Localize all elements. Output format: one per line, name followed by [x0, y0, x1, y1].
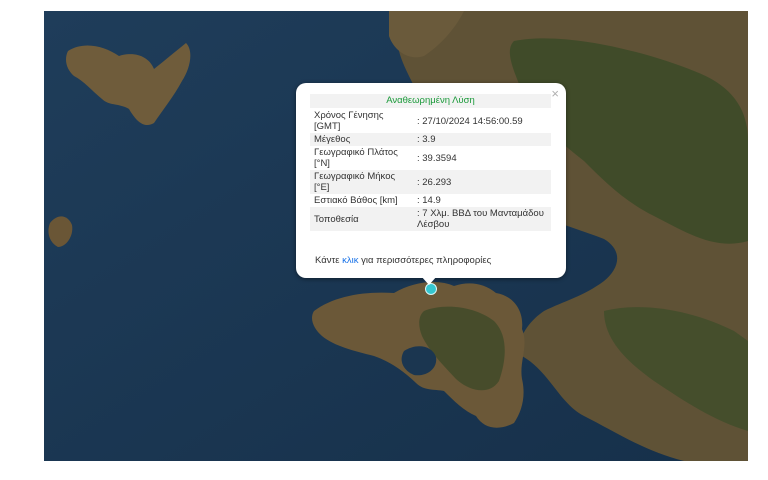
row-label: Γεωγραφικό Πλάτος [°N]: [314, 147, 398, 169]
row-label: Εστιακό Βάθος [km]: [314, 195, 398, 206]
popup-pointer: [421, 276, 437, 285]
table-row: Γεωγραφικό Μήκος [°E] : 26.293: [310, 170, 551, 194]
info-table: Χρόνος Γένησης [GMT] : 27/10/2024 14:56:…: [310, 109, 551, 231]
table-row: Εστιακό Βάθος [km] : 14.9: [310, 194, 551, 207]
earthquake-info-popup: × Αναθεωρημένη Λύση Χρόνος Γένησης [GMT]…: [296, 83, 566, 278]
row-label: Χρόνος Γένησης [GMT]: [314, 110, 384, 132]
row-value: : 14.9: [417, 195, 441, 206]
table-row: Χρόνος Γένησης [GMT] : 27/10/2024 14:56:…: [310, 109, 551, 133]
table-row: Τοποθεσία : 7 Χλμ. ΒΒΔ του Μανταμάδου Λέ…: [310, 207, 551, 231]
row-label: Γεωγραφικό Μήκος [°E]: [314, 171, 396, 193]
more-info-link[interactable]: κλικ: [342, 255, 358, 266]
table-row: Γεωγραφικό Πλάτος [°N] : 39.3594: [310, 146, 551, 170]
row-value: : 7 Χλμ. ΒΒΔ του Μανταμάδου Λέσβου: [417, 208, 544, 230]
row-value: : 3.9: [417, 134, 436, 145]
popup-title: Αναθεωρημένη Λύση: [310, 94, 551, 108]
close-icon[interactable]: ×: [551, 87, 559, 100]
row-value: : 26.293: [417, 176, 452, 188]
table-row: Μέγεθος : 3.9: [310, 133, 551, 146]
row-label: Μέγεθος: [314, 134, 351, 145]
more-suffix: για περισσότερες πληροφορίες: [358, 255, 492, 266]
row-label: Τοποθεσία: [314, 213, 359, 225]
more-info-text: Κάντε κλικ για περισσότερες πληροφορίες: [315, 255, 491, 266]
more-prefix: Κάντε: [315, 255, 343, 266]
row-value: : 39.3594: [417, 152, 457, 164]
row-value: : 27/10/2024 14:56:00.59: [417, 115, 523, 127]
